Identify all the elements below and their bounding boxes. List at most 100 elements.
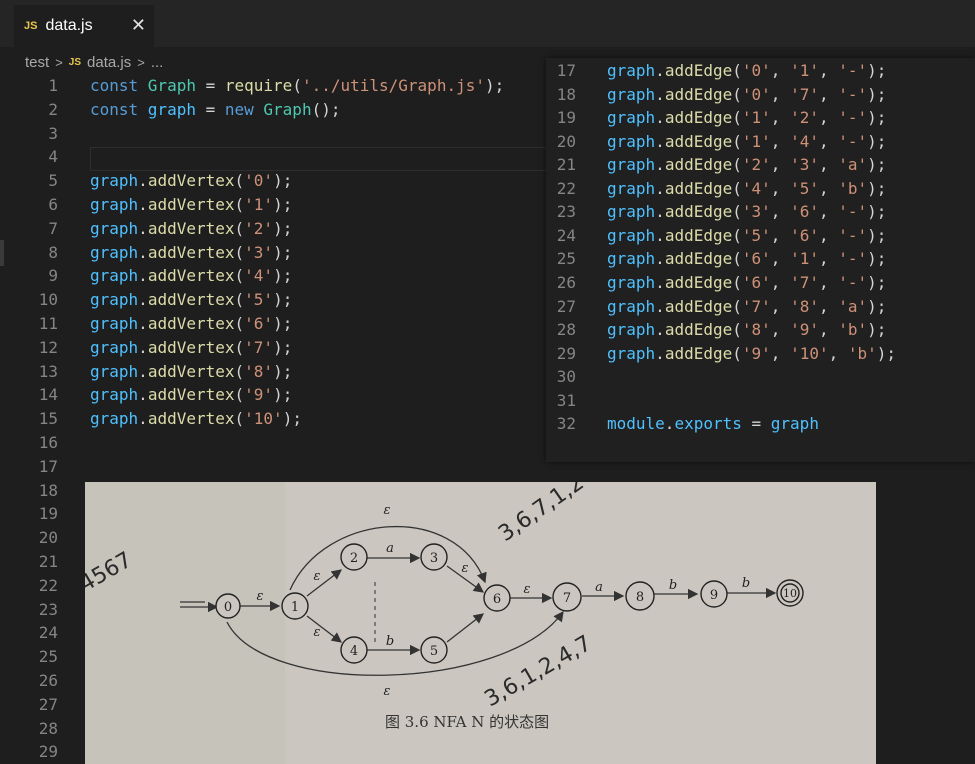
line-number: 23: [556, 202, 576, 222]
line-number: 23: [38, 599, 58, 619]
code-token: (: [234, 242, 245, 262]
code-token: ,: [770, 202, 791, 222]
code-token: addEdge: [664, 272, 733, 292]
code-token: =: [741, 414, 771, 434]
edge-label-eps-1-2: ε: [314, 569, 321, 584]
code-text: graph.addVertex('9');: [90, 383, 292, 407]
breadcrumb-file[interactable]: data.js: [87, 54, 131, 71]
code-token: .: [655, 155, 665, 175]
code-token: graph: [90, 409, 139, 429]
state-0: 0: [224, 600, 232, 615]
code-token: ,: [770, 296, 791, 316]
code-token: );: [867, 84, 887, 104]
code-token: graph: [147, 99, 196, 119]
code-token: .: [138, 266, 148, 286]
code-text: graph.addEdge('0', '7', '-');: [607, 83, 886, 107]
code-token: '-': [838, 202, 868, 222]
breadcrumb-symbol[interactable]: ...: [151, 54, 164, 71]
code-token: '2': [790, 108, 819, 128]
line-number: 7: [48, 218, 58, 238]
line-number: 19: [38, 504, 58, 524]
code-token: (: [234, 385, 245, 405]
code-token: (: [732, 84, 742, 104]
code-token: .: [138, 314, 148, 333]
edge-label-b-4-5: b: [386, 634, 394, 649]
peek-editor-panel[interactable]: 17 graph.addEdge('0', '1', '-'); 18 graph.a…: [546, 58, 975, 462]
code-token: .: [138, 290, 148, 310]
code-token: (: [234, 361, 245, 381]
code-token: addVertex: [147, 242, 235, 262]
code-token: graph: [607, 131, 656, 151]
code-text: graph.addVertex('0');: [90, 169, 292, 193]
code-token: (: [732, 178, 742, 198]
code-token: graph: [607, 202, 656, 222]
code-text: graph.addEdge('6', '1', '-');: [607, 247, 886, 271]
code-token: .: [138, 171, 148, 191]
code-token: addEdge: [664, 320, 733, 340]
code-token: '0': [244, 171, 274, 191]
code-token: ,: [828, 343, 848, 363]
code-token: .: [655, 202, 665, 222]
code-token: .: [138, 361, 148, 381]
code-token: (: [234, 218, 245, 238]
code-text: graph.addEdge('1', '4', '-');: [607, 130, 886, 154]
edge-label-eps-0-1: ε: [257, 589, 264, 604]
code-token: );: [273, 266, 293, 286]
line-number: 5: [48, 171, 58, 191]
code-token: '-': [838, 131, 868, 151]
code-token: graph: [607, 178, 656, 198]
code-token: ,: [818, 225, 839, 245]
code-token: graph: [90, 290, 139, 310]
code-token: ,: [770, 225, 791, 245]
edge-label-eps-1-4: ε: [314, 625, 321, 640]
code-token: '3': [244, 242, 274, 262]
line-number: 10: [38, 290, 58, 310]
code-text: graph.addEdge('8', '9', 'b');: [607, 318, 886, 342]
code-token: graph: [607, 320, 656, 340]
code-token: graph: [607, 155, 656, 175]
code-token: ,: [818, 202, 839, 222]
code-token: addEdge: [664, 296, 733, 316]
code-token: ,: [818, 155, 839, 175]
line-number: 16: [38, 433, 58, 452]
code-token: ,: [818, 320, 839, 340]
code-token: '-': [838, 225, 868, 245]
code-token: (: [732, 272, 742, 292]
edge-label-eps-3-6: ε: [462, 561, 469, 576]
line-number: 17: [556, 61, 576, 80]
line-number: 31: [556, 390, 576, 410]
editor-tab-bar: JS data.js ✕: [0, 0, 975, 47]
code-token: '6': [790, 225, 819, 245]
breadcrumb-folder[interactable]: test: [25, 54, 49, 71]
code-text: graph.addEdge('6', '7', '-');: [607, 271, 886, 295]
code-token: (: [732, 249, 742, 269]
code-token: ,: [770, 131, 791, 151]
line-number: 13: [38, 361, 58, 381]
code-token: .: [655, 296, 665, 316]
state-1: 1: [291, 600, 299, 615]
code-text: graph.addVertex('1');: [90, 193, 292, 217]
code-text: graph.addVertex('4');: [90, 264, 292, 288]
edge-label-b-8-9: b: [669, 578, 677, 593]
code-token: module: [607, 414, 665, 434]
code-token: graph: [607, 296, 656, 316]
tab-data-js[interactable]: JS data.js ✕: [14, 5, 154, 47]
code-token: '1': [741, 108, 771, 128]
code-token: require: [224, 76, 293, 95]
close-icon[interactable]: ✕: [131, 15, 146, 36]
code-token: (: [732, 202, 742, 222]
line-number: 21: [38, 552, 58, 571]
code-token: (: [234, 195, 245, 214]
code-token: .: [655, 343, 665, 363]
code-token: .: [655, 320, 665, 340]
line-number: 29: [556, 343, 576, 363]
code-token: );: [867, 131, 887, 151]
state-7: 7: [563, 591, 571, 606]
code-token: '3': [741, 202, 771, 222]
code-token: (: [732, 155, 742, 175]
code-token: );: [282, 409, 302, 429]
code-token: const: [90, 99, 148, 119]
code-token: (: [234, 314, 245, 333]
breadcrumb: test > JS data.js > ...: [25, 52, 163, 72]
js-file-icon: JS: [68, 56, 82, 68]
